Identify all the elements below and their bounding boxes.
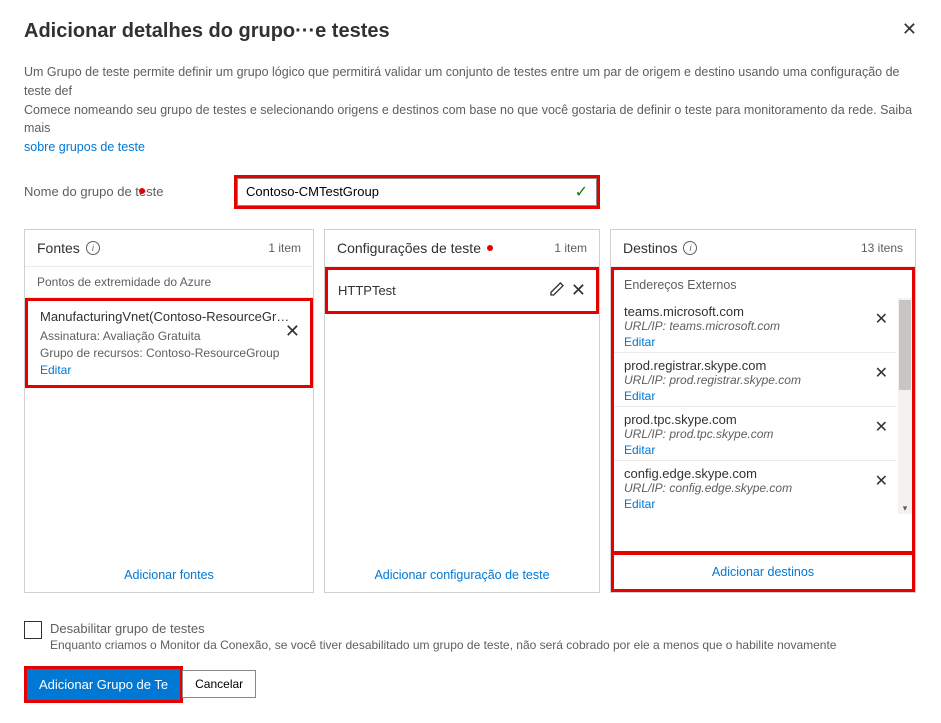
endpoint-name: ManufacturingVnet(Contoso-ResourceGr… [40, 309, 298, 324]
dest-url: URL/IP: prod.tpc.skype.com [624, 427, 886, 441]
endpoint-rg: Grupo de recursos: Contoso-ResourceGroup [40, 345, 298, 362]
page-title: Adicionar detalhes do grupo···e testes [24, 20, 390, 43]
remove-dest-icon[interactable]: ✕ [875, 471, 888, 491]
testcfg-panel: Configurações de teste 1 item HTTPTest ✕… [324, 229, 600, 593]
add-dest-highlight: Adicionar destinos [611, 552, 915, 592]
edit-dest-link[interactable]: Editar [624, 443, 655, 457]
description-block: Um Grupo de teste permite definir um gru… [24, 63, 917, 157]
scrollbar-thumb[interactable] [899, 300, 911, 390]
dest-name: teams.microsoft.com [624, 304, 886, 319]
description-line2: Comece nomeando seu grupo de testes e se… [24, 103, 912, 136]
disable-group-checkbox[interactable] [24, 621, 42, 639]
dest-name: prod.registrar.skype.com [624, 358, 886, 373]
edit-dest-link[interactable]: Editar [624, 335, 655, 349]
sources-panel-title: Fontes [37, 240, 80, 256]
dest-item: prod.registrar.skype.com URL/IP: prod.re… [614, 352, 896, 406]
endpoint-subscription: Assinatura: Avaliação Gratuita [40, 328, 298, 345]
edit-dest-link[interactable]: Editar [624, 389, 655, 403]
testcfg-item: HTTPTest ✕ [328, 270, 596, 311]
remove-dest-icon[interactable]: ✕ [875, 309, 888, 329]
dest-scrollbar[interactable]: ▾ [898, 298, 912, 514]
description-line1: Um Grupo de teste permite definir um gru… [24, 65, 899, 98]
remove-testcfg-icon[interactable]: ✕ [571, 280, 586, 301]
disable-subtext: Enquanto criamos o Monitor da Conexão, s… [50, 638, 836, 652]
destinations-panel: Destinos i 13 itens Endereços Externos t… [610, 229, 916, 593]
dest-url: URL/IP: teams.microsoft.com [624, 319, 886, 333]
add-testcfg-link[interactable]: Adicionar configuração de teste [325, 558, 599, 592]
sources-endpoint-highlight: ManufacturingVnet(Contoso-ResourceGr… As… [25, 298, 313, 389]
dest-item: prod.tpc.skype.com URL/IP: prod.tpc.skyp… [614, 406, 896, 460]
dest-group-header: Endereços Externos [614, 272, 912, 298]
sources-sub-header: Pontos de extremidade do Azure [25, 267, 313, 298]
remove-dest-icon[interactable]: ✕ [875, 417, 888, 437]
dest-url: URL/IP: prod.registrar.skype.com [624, 373, 886, 387]
edit-source-link[interactable]: Editar [40, 363, 71, 377]
dest-item: config.edge.skype.com URL/IP: config.edg… [614, 460, 896, 514]
scroll-down-icon[interactable]: ▾ [898, 503, 912, 514]
help-link[interactable]: sobre grupos de teste [24, 140, 145, 154]
edit-icon[interactable] [549, 281, 565, 300]
disable-label: Desabilitar grupo de testes [50, 621, 836, 636]
edit-dest-link[interactable]: Editar [624, 497, 655, 511]
testcfg-name: HTTPTest [338, 283, 396, 298]
testcfg-count: 1 item [554, 241, 587, 255]
dest-panel-title: Destinos [623, 240, 677, 256]
name-field-highlight: ✓ [234, 175, 600, 209]
dest-count: 13 itens [861, 241, 903, 255]
cancel-button[interactable]: Cancelar [182, 670, 256, 698]
add-dest-link[interactable]: Adicionar destinos [614, 555, 912, 589]
group-name-input[interactable] [246, 184, 575, 199]
testcfg-item-highlight: HTTPTest ✕ [325, 267, 599, 314]
dest-url: URL/IP: config.edge.skype.com [624, 481, 886, 495]
dest-item: teams.microsoft.com URL/IP: teams.micros… [614, 298, 896, 352]
add-sources-link[interactable]: Adicionar fontes [25, 558, 313, 592]
remove-dest-icon[interactable]: ✕ [875, 363, 888, 383]
dest-body-highlight: Endereços Externos teams.microsoft.com U… [611, 267, 915, 554]
remove-source-icon[interactable]: ✕ [285, 321, 300, 342]
dest-list: teams.microsoft.com URL/IP: teams.micros… [614, 298, 912, 514]
source-endpoint-item: ManufacturingVnet(Contoso-ResourceGr… As… [28, 301, 310, 386]
name-label: Nome do grupo de teste [24, 184, 194, 199]
annotation-marker-icon [487, 245, 493, 251]
add-test-group-button[interactable]: Adicionar Grupo de Te [27, 669, 180, 700]
testcfg-panel-title: Configurações de teste [337, 240, 481, 256]
sources-count: 1 item [268, 241, 301, 255]
info-icon[interactable]: i [683, 241, 697, 255]
sources-panel: Fontes i 1 item Pontos de extremidade do… [24, 229, 314, 593]
dest-name: config.edge.skype.com [624, 466, 886, 481]
info-icon[interactable]: i [86, 241, 100, 255]
name-field: ✓ [237, 178, 597, 206]
dest-name: prod.tpc.skype.com [624, 412, 886, 427]
primary-button-highlight: Adicionar Grupo de Te [24, 666, 183, 703]
check-icon: ✓ [575, 182, 588, 202]
close-icon[interactable]: ✕ [902, 20, 917, 38]
